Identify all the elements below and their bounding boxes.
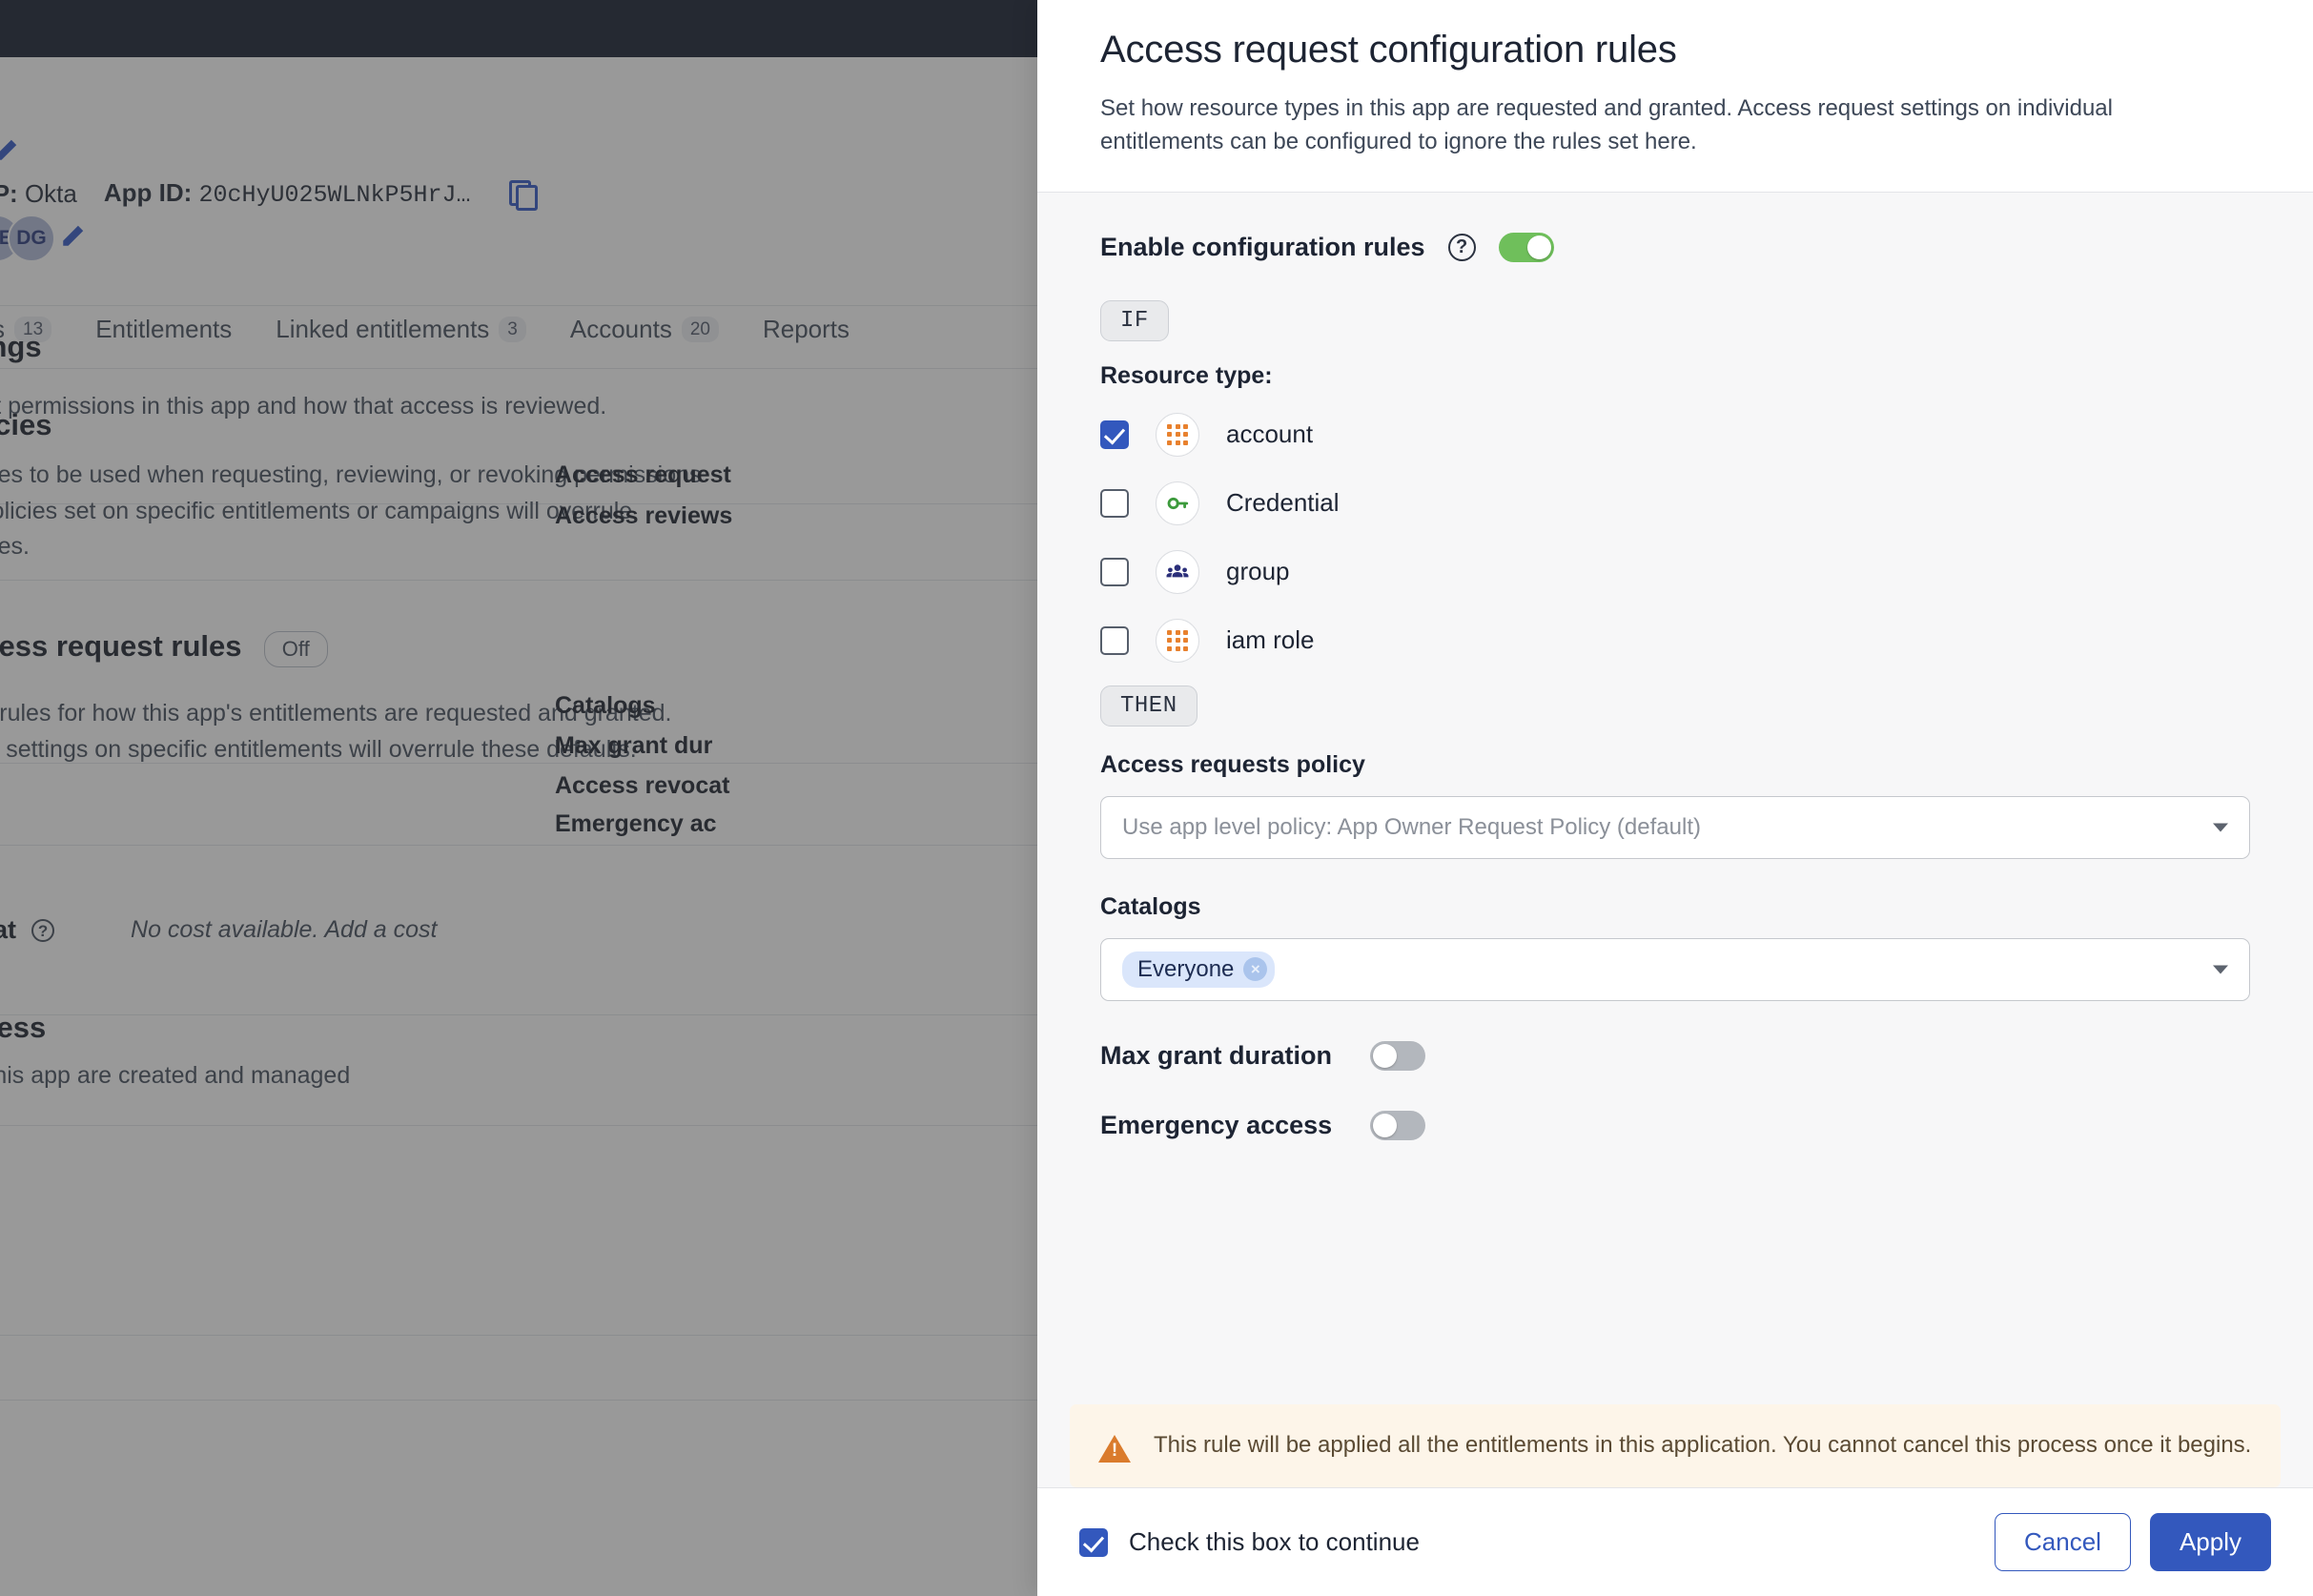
emergency-access-row: Emergency access — [1100, 1110, 2250, 1140]
panel-body: Enable configuration rules ? IF Resource… — [1037, 192, 2313, 1381]
enable-configuration-rules-toggle[interactable] — [1498, 232, 1554, 262]
dot-grid-icon — [1156, 412, 1199, 457]
screen: tions 113568309935 IdP: Okta App ID: 20c… — [0, 0, 2313, 1596]
resource-type-label: Resource type: — [1100, 361, 1273, 389]
emergency-access-toggle[interactable] — [1370, 1110, 1426, 1140]
resource-type-name: Credential — [1226, 488, 1340, 518]
resource-type-row-account[interactable]: account — [1100, 411, 2250, 459]
apply-button[interactable]: Apply — [2149, 1513, 2271, 1571]
modal-overlay-dimmer[interactable] — [0, 0, 1037, 1596]
warning-banner-wrap: This rule will be applied all the entitl… — [1037, 1381, 2313, 1487]
panel-footer: Check this box to continue Cancel Apply — [1037, 1487, 2313, 1596]
chevron-down-icon — [2213, 965, 2228, 974]
continue-checkbox[interactable] — [1079, 1527, 1108, 1557]
panel-title: Access request configuration rules — [1100, 29, 1677, 71]
resource-type-checkbox-account[interactable] — [1100, 419, 1129, 449]
resource-type-checkbox-iam-role[interactable] — [1100, 625, 1129, 655]
chevron-down-icon — [2213, 823, 2228, 832]
catalog-tag[interactable]: Everyone × — [1122, 951, 1276, 988]
resource-type-name: group — [1226, 557, 1290, 586]
dot-grid-icon — [1156, 618, 1199, 663]
question-mark-icon[interactable]: ? — [1447, 233, 1476, 261]
enable-configuration-rules-label: Enable configuration rules — [1100, 232, 1425, 261]
max-grant-duration-row: Max grant duration — [1100, 1040, 2250, 1071]
access-requests-policy-select[interactable]: Use app level policy: App Owner Request … — [1100, 795, 2250, 859]
warning-banner: This rule will be applied all the entitl… — [1070, 1404, 2281, 1487]
catalogs-select[interactable]: Everyone × — [1100, 937, 2250, 1001]
access-requests-policy-label: Access requests policy — [1100, 750, 1365, 778]
then-condition-chip: THEN — [1100, 685, 1197, 726]
resource-type-checkbox-group[interactable] — [1100, 557, 1129, 586]
resource-type-name: iam role — [1226, 625, 1315, 655]
resource-type-row-iam-role[interactable]: iam role — [1100, 617, 2250, 665]
if-chip-wrap: IF — [1100, 299, 2250, 341]
max-grant-duration-label: Max grant duration — [1100, 1040, 1333, 1070]
then-chip-wrap: THEN — [1100, 685, 2250, 726]
resource-type-row-group[interactable]: group — [1100, 548, 2250, 596]
max-grant-duration-toggle[interactable] — [1370, 1040, 1426, 1071]
if-condition-chip: IF — [1100, 299, 1169, 341]
access-requests-policy-placeholder: Use app level policy: App Owner Request … — [1122, 813, 1701, 840]
resource-type-row-credential[interactable]: Credential — [1100, 480, 2250, 527]
emergency-access-label: Emergency access — [1100, 1110, 1333, 1139]
warning-text: This rule will be applied all the entitl… — [1154, 1432, 2252, 1458]
resource-type-name: account — [1226, 419, 1314, 449]
resource-type-checkbox-credential[interactable] — [1100, 488, 1129, 518]
resource-type-list: account Credential group iam role — [1100, 411, 2250, 665]
access-request-configuration-panel: Access request configuration rules Set h… — [1037, 0, 2313, 1596]
remove-tag-icon[interactable]: × — [1243, 957, 1268, 982]
people-group-icon — [1156, 549, 1199, 594]
panel-header: Access request configuration rules Set h… — [1037, 0, 2313, 193]
continue-confirmation[interactable]: Check this box to continue — [1079, 1527, 1420, 1557]
warning-triangle-icon — [1098, 1435, 1131, 1463]
enable-configuration-rules-row: Enable configuration rules ? — [1100, 232, 2250, 262]
catalogs-label: Catalogs — [1100, 892, 1201, 920]
footer-actions: Cancel Apply — [1995, 1513, 2271, 1571]
catalog-tag-label: Everyone — [1137, 955, 1235, 982]
continue-checkbox-label: Check this box to continue — [1129, 1527, 1420, 1556]
cancel-button[interactable]: Cancel — [1995, 1513, 2131, 1571]
panel-description: Set how resource types in this app are r… — [1100, 95, 2113, 154]
key-icon — [1156, 481, 1199, 525]
